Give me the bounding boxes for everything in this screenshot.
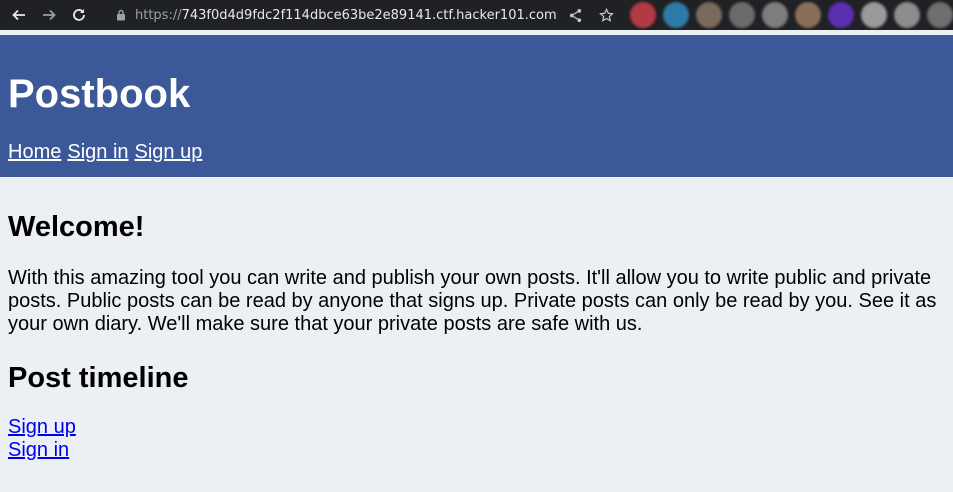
back-button[interactable] bbox=[8, 4, 30, 26]
extension-icon[interactable] bbox=[762, 2, 788, 28]
main-content: Welcome! With this amazing tool you can … bbox=[8, 177, 945, 462]
sign-up-link[interactable]: Sign up bbox=[8, 416, 76, 439]
extension-icon[interactable] bbox=[696, 2, 722, 28]
nav-sign-in-link[interactable]: Sign in bbox=[67, 141, 128, 163]
intro-paragraph: With this amazing tool you can write and… bbox=[8, 267, 937, 335]
lock-icon bbox=[116, 9, 126, 21]
extension-icon[interactable] bbox=[828, 2, 854, 28]
timeline-heading: Post timeline bbox=[8, 362, 189, 394]
browser-toolbar: https:// 743f0d4d9fdc2f114dbce63be2e8914… bbox=[0, 0, 953, 30]
url-host: 743f0d4d9fdc2f114dbce63be2e89141.ctf.hac… bbox=[181, 7, 557, 23]
arrow-left-icon bbox=[12, 9, 25, 21]
forward-button[interactable] bbox=[38, 4, 60, 26]
url-scheme: https:// bbox=[135, 7, 182, 23]
extension-icon[interactable] bbox=[927, 2, 953, 28]
extension-icon[interactable] bbox=[729, 2, 755, 28]
reload-icon bbox=[73, 9, 85, 21]
sign-in-link[interactable]: Sign in bbox=[8, 439, 69, 462]
reload-button[interactable] bbox=[68, 4, 90, 26]
nav-home-link[interactable]: Home bbox=[8, 141, 61, 163]
extension-icon[interactable] bbox=[795, 2, 821, 28]
extension-icon[interactable] bbox=[663, 2, 689, 28]
extension-icon[interactable] bbox=[894, 2, 920, 28]
site-header: Postbook Home Sign in Sign up bbox=[0, 35, 953, 177]
address-bar[interactable]: https:// 743f0d4d9fdc2f114dbce63be2e8914… bbox=[108, 2, 620, 28]
site-title: Postbook bbox=[8, 72, 191, 116]
nav-sign-up-link[interactable]: Sign up bbox=[135, 141, 203, 163]
arrow-right-icon bbox=[43, 9, 56, 21]
bookmark-star-icon[interactable] bbox=[599, 7, 614, 23]
extension-icon[interactable] bbox=[861, 2, 887, 28]
extension-icon[interactable] bbox=[630, 2, 656, 28]
timeline-links: Sign up Sign in bbox=[8, 416, 945, 462]
site-nav: Home Sign in Sign up bbox=[8, 141, 208, 164]
share-icon[interactable] bbox=[568, 8, 583, 23]
welcome-heading: Welcome! bbox=[8, 211, 145, 243]
extensions-area bbox=[628, 2, 953, 28]
